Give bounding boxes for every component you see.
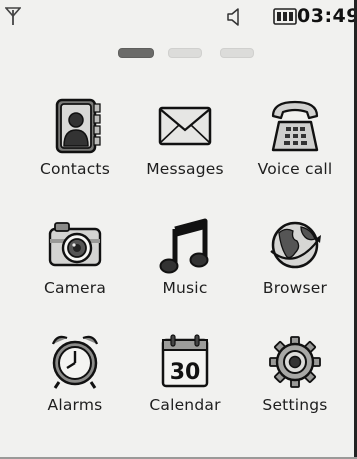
calendar-day: 30	[170, 360, 201, 385]
camera-icon	[48, 222, 102, 267]
app-label: Camera	[43, 279, 107, 297]
app-label: Settings	[262, 396, 328, 414]
telephone-icon	[271, 100, 319, 152]
app-label: Calendar	[149, 396, 221, 414]
app-label: Messages	[146, 160, 224, 178]
app-voice-call[interactable]: Voice call	[240, 94, 350, 194]
app-label: Voice call	[257, 160, 333, 178]
app-messages[interactable]: Messages	[130, 94, 240, 194]
alarm-clock-icon	[51, 335, 99, 389]
app-settings[interactable]: Settings	[240, 330, 350, 430]
app-grid: Contacts Messages Voice call Camera Musi…	[0, 0, 357, 459]
app-label: Music	[162, 279, 208, 297]
app-calendar[interactable]: 30 Calendar	[130, 330, 240, 430]
calendar-icon: 30	[161, 334, 209, 388]
contacts-book-icon	[55, 98, 101, 154]
app-label: Alarms	[47, 396, 103, 414]
app-music[interactable]: Music	[130, 213, 240, 313]
app-label: Browser	[262, 279, 328, 297]
app-contacts[interactable]: Contacts	[20, 94, 130, 194]
gear-icon	[269, 336, 321, 388]
app-camera[interactable]: Camera	[20, 213, 130, 313]
app-alarms[interactable]: Alarms	[20, 330, 130, 430]
app-label: Contacts	[40, 160, 110, 178]
app-browser[interactable]: Browser	[240, 213, 350, 313]
music-note-icon	[159, 218, 209, 274]
globe-icon	[270, 221, 321, 269]
envelope-icon	[158, 106, 212, 146]
